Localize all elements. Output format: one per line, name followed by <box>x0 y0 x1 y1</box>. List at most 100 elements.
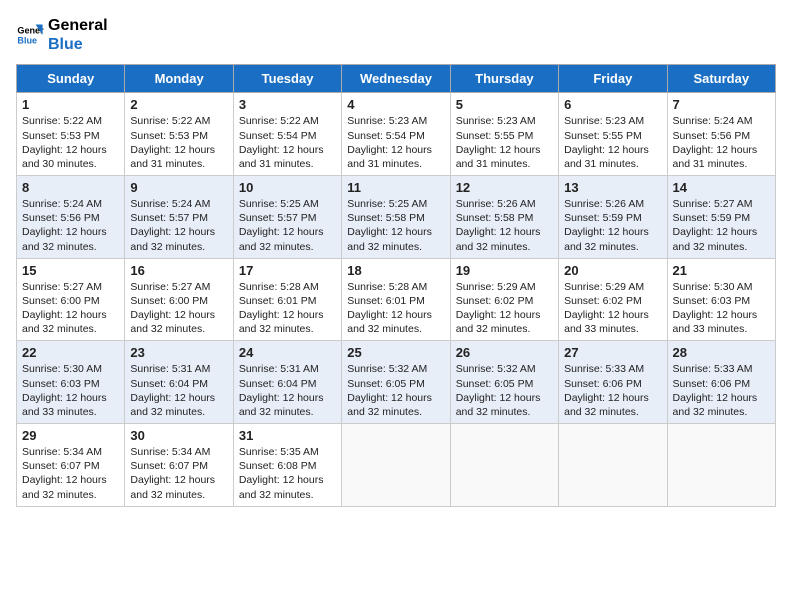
day-info: Daylight: 12 hours <box>456 308 553 322</box>
day-number: 2 <box>130 97 227 112</box>
day-info: and 33 minutes. <box>564 322 661 336</box>
day-info: Daylight: 12 hours <box>130 308 227 322</box>
day-info: Sunrise: 5:28 AM <box>239 280 336 294</box>
day-info: Sunset: 6:04 PM <box>130 377 227 391</box>
day-info: Daylight: 12 hours <box>239 143 336 157</box>
day-info: Sunset: 6:02 PM <box>456 294 553 308</box>
calendar-cell <box>450 424 558 507</box>
day-info: Sunset: 5:56 PM <box>22 211 119 225</box>
day-info: Sunset: 5:53 PM <box>22 129 119 143</box>
calendar-cell: 15Sunrise: 5:27 AMSunset: 6:00 PMDayligh… <box>17 258 125 341</box>
day-info: Sunset: 6:01 PM <box>239 294 336 308</box>
col-thursday: Thursday <box>450 65 558 93</box>
day-info: Sunset: 5:55 PM <box>456 129 553 143</box>
day-info: Sunset: 5:59 PM <box>564 211 661 225</box>
calendar-row: 29Sunrise: 5:34 AMSunset: 6:07 PMDayligh… <box>17 424 776 507</box>
day-info: and 33 minutes. <box>22 405 119 419</box>
day-number: 29 <box>22 428 119 443</box>
calendar-row: 22Sunrise: 5:30 AMSunset: 6:03 PMDayligh… <box>17 341 776 424</box>
day-info: Daylight: 12 hours <box>456 391 553 405</box>
day-info: Sunset: 6:02 PM <box>564 294 661 308</box>
day-info: Daylight: 12 hours <box>22 143 119 157</box>
day-info: Daylight: 12 hours <box>22 225 119 239</box>
day-number: 9 <box>130 180 227 195</box>
day-info: Sunrise: 5:25 AM <box>347 197 444 211</box>
day-info: Sunset: 5:54 PM <box>239 129 336 143</box>
day-info: Daylight: 12 hours <box>347 308 444 322</box>
calendar-cell: 6Sunrise: 5:23 AMSunset: 5:55 PMDaylight… <box>559 93 667 176</box>
day-info: and 32 minutes. <box>673 405 770 419</box>
day-info: Sunset: 6:00 PM <box>22 294 119 308</box>
day-info: Sunrise: 5:23 AM <box>564 114 661 128</box>
day-number: 14 <box>673 180 770 195</box>
day-info: Sunset: 6:03 PM <box>22 377 119 391</box>
calendar-cell: 20Sunrise: 5:29 AMSunset: 6:02 PMDayligh… <box>559 258 667 341</box>
header-row: Sunday Monday Tuesday Wednesday Thursday… <box>17 65 776 93</box>
day-number: 10 <box>239 180 336 195</box>
day-number: 1 <box>22 97 119 112</box>
day-info: Sunrise: 5:34 AM <box>130 445 227 459</box>
logo-general: General <box>48 16 108 35</box>
day-number: 31 <box>239 428 336 443</box>
calendar-cell: 7Sunrise: 5:24 AMSunset: 5:56 PMDaylight… <box>667 93 775 176</box>
day-info: Daylight: 12 hours <box>130 225 227 239</box>
calendar-cell: 14Sunrise: 5:27 AMSunset: 5:59 PMDayligh… <box>667 176 775 259</box>
day-info: Sunrise: 5:28 AM <box>347 280 444 294</box>
day-info: and 32 minutes. <box>239 488 336 502</box>
day-number: 6 <box>564 97 661 112</box>
day-info: Sunrise: 5:30 AM <box>673 280 770 294</box>
day-number: 18 <box>347 263 444 278</box>
day-info: and 32 minutes. <box>347 405 444 419</box>
day-info: Daylight: 12 hours <box>564 391 661 405</box>
day-info: and 31 minutes. <box>673 157 770 171</box>
day-info: Sunrise: 5:27 AM <box>673 197 770 211</box>
day-info: Sunrise: 5:26 AM <box>456 197 553 211</box>
day-info: Daylight: 12 hours <box>22 473 119 487</box>
day-info: Sunrise: 5:24 AM <box>673 114 770 128</box>
day-info: Sunrise: 5:33 AM <box>673 362 770 376</box>
day-number: 16 <box>130 263 227 278</box>
col-friday: Friday <box>559 65 667 93</box>
day-info: and 30 minutes. <box>22 157 119 171</box>
col-wednesday: Wednesday <box>342 65 450 93</box>
day-info: and 32 minutes. <box>564 240 661 254</box>
day-info: and 32 minutes. <box>130 240 227 254</box>
day-number: 26 <box>456 345 553 360</box>
day-info: and 32 minutes. <box>347 322 444 336</box>
day-info: Daylight: 12 hours <box>456 143 553 157</box>
day-info: Daylight: 12 hours <box>239 391 336 405</box>
day-number: 24 <box>239 345 336 360</box>
day-number: 3 <box>239 97 336 112</box>
day-info: Daylight: 12 hours <box>239 308 336 322</box>
day-number: 8 <box>22 180 119 195</box>
day-info: and 32 minutes. <box>22 322 119 336</box>
calendar-cell: 8Sunrise: 5:24 AMSunset: 5:56 PMDaylight… <box>17 176 125 259</box>
day-info: Sunrise: 5:31 AM <box>239 362 336 376</box>
day-number: 23 <box>130 345 227 360</box>
day-info: Sunrise: 5:33 AM <box>564 362 661 376</box>
calendar-cell: 23 Sunrise: 5:31 AMSunset: 6:04 PMDayligh… <box>125 341 233 424</box>
day-info: Daylight: 12 hours <box>130 391 227 405</box>
day-info: and 32 minutes. <box>239 405 336 419</box>
day-number: 4 <box>347 97 444 112</box>
day-info: Sunset: 5:56 PM <box>673 129 770 143</box>
day-info: Daylight: 12 hours <box>239 473 336 487</box>
day-info: Sunrise: 5:31 AM <box>130 362 227 376</box>
day-info: Sunset: 6:03 PM <box>673 294 770 308</box>
day-number: 13 <box>564 180 661 195</box>
day-info: Sunset: 5:57 PM <box>130 211 227 225</box>
day-info: Sunrise: 5:23 AM <box>456 114 553 128</box>
day-number: 11 <box>347 180 444 195</box>
day-number: 15 <box>22 263 119 278</box>
day-number: 22 <box>22 345 119 360</box>
day-info: Sunset: 5:58 PM <box>456 211 553 225</box>
day-info: Sunrise: 5:27 AM <box>130 280 227 294</box>
col-saturday: Saturday <box>667 65 775 93</box>
calendar-cell: 3Sunrise: 5:22 AMSunset: 5:54 PMDaylight… <box>233 93 341 176</box>
day-info: Daylight: 12 hours <box>347 143 444 157</box>
day-info: Sunrise: 5:22 AM <box>130 114 227 128</box>
day-info: Daylight: 12 hours <box>130 473 227 487</box>
calendar-cell: 25Sunrise: 5:32 AMSunset: 6:05 PMDayligh… <box>342 341 450 424</box>
day-info: Daylight: 12 hours <box>22 308 119 322</box>
calendar-cell: 22Sunrise: 5:30 AMSunset: 6:03 PMDayligh… <box>17 341 125 424</box>
